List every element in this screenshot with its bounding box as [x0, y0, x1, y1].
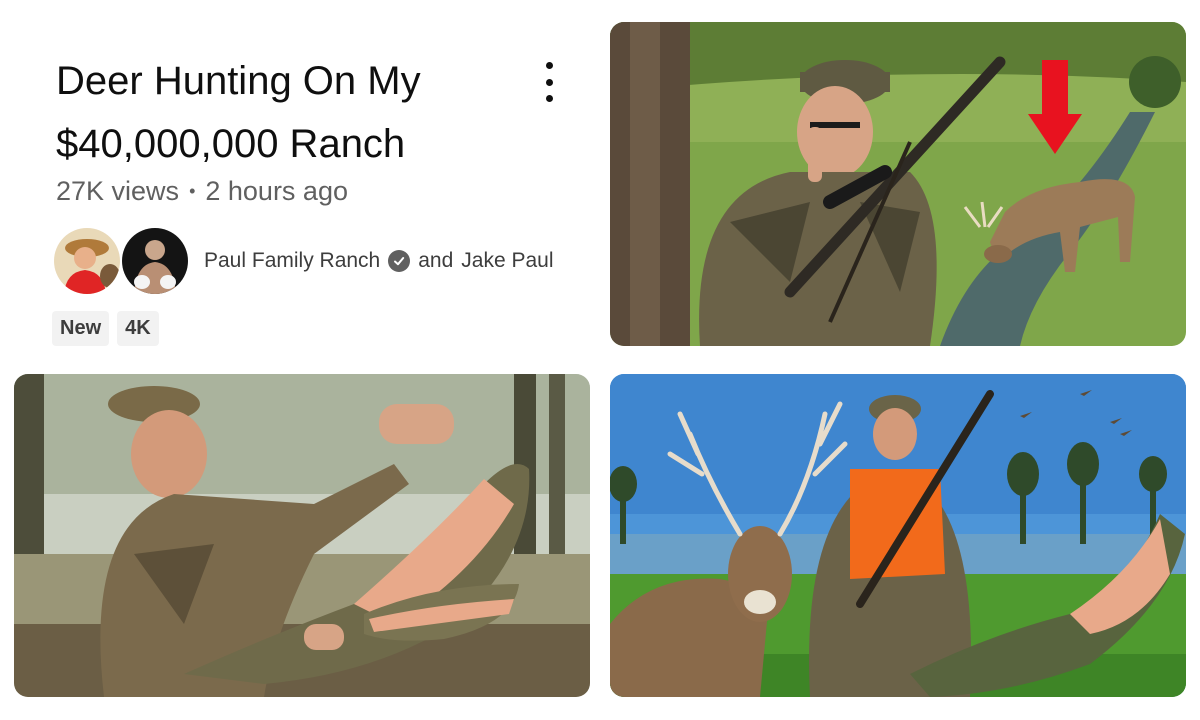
more-actions-icon[interactable] [536, 62, 562, 102]
thumbnail-hunter-with-alligator[interactable] [14, 374, 590, 697]
channel-row: Paul Family Ranch and Jake Paul [52, 226, 554, 296]
meta-separator: • [189, 181, 196, 201]
new-badge: New [52, 311, 110, 346]
badge-row: New 4K [52, 311, 159, 346]
avatar-jake-paul[interactable] [120, 226, 190, 296]
channel-link-jake-paul[interactable]: Jake Paul [461, 249, 553, 273]
thumbnail-hunter-with-buck-and-alligator[interactable] [610, 374, 1186, 697]
channel-joiner: and [418, 249, 454, 272]
view-count: 27K views [56, 176, 180, 206]
avatar-paul-family-ranch[interactable] [52, 226, 122, 296]
channel-link-paul-family-ranch[interactable]: Paul Family Ranch [204, 249, 380, 273]
channel-names: Paul Family Ranch and Jake Paul [204, 249, 554, 273]
verified-check-icon [388, 250, 411, 272]
video-title[interactable]: Deer Hunting On My $40,000,000 Ranch [56, 50, 516, 176]
thumbnail-hunter-shushing-deer[interactable] [610, 22, 1186, 346]
4k-badge: 4K [117, 311, 159, 346]
upload-time: 2 hours ago [205, 176, 348, 206]
video-metadata: 27K views • 2 hours ago [56, 176, 348, 207]
